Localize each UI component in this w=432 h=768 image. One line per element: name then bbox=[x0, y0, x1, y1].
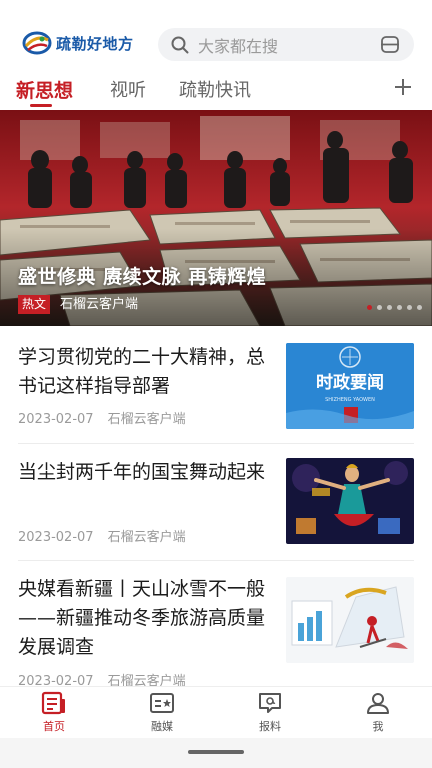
hot-badge: 热文 bbox=[18, 295, 51, 314]
bottom-navigation: 首页 融媒 报料 我 bbox=[0, 686, 432, 738]
search-icon bbox=[171, 36, 189, 53]
thumb-subtitle: SHIZHENG YAOWEN bbox=[325, 397, 375, 403]
home-news-icon bbox=[41, 691, 65, 715]
banner-exhibition-image bbox=[0, 110, 432, 326]
top-header: 疏勒好地方 大家都在搜 bbox=[0, 0, 432, 68]
hero-banner[interactable]: 盛世修典 赓续文脉 再铸辉煌 热文 石榴云客户端 bbox=[0, 110, 432, 326]
carousel-dots bbox=[367, 305, 422, 310]
media-card-icon bbox=[150, 693, 174, 713]
carousel-dot[interactable] bbox=[417, 305, 422, 310]
carousel-dot-active[interactable] bbox=[367, 305, 372, 310]
logo-swirl-icon bbox=[22, 31, 52, 55]
nav-home-label: 首页 bbox=[43, 720, 65, 733]
news-meta: 2023-02-07 石榴云客户端 bbox=[18, 526, 186, 545]
profile-icon bbox=[367, 693, 389, 714]
news-thumbnail bbox=[286, 577, 414, 663]
shizheng-yaowen-image: 时政要闻 SHIZHENG YAOWEN bbox=[286, 343, 414, 429]
system-gesture-bar bbox=[0, 738, 432, 768]
news-source: 石榴云客户端 bbox=[107, 412, 186, 427]
scan-icon[interactable] bbox=[380, 35, 400, 54]
tab-xin-sixiang[interactable]: 新思想 bbox=[16, 76, 73, 103]
carousel-dot[interactable] bbox=[397, 305, 402, 310]
channel-tabs: 新思想 视听 疏勒快讯 bbox=[0, 68, 432, 110]
divider bbox=[18, 560, 414, 561]
news-date: 2023-02-07 bbox=[18, 412, 94, 427]
news-thumbnail: 时政要闻 SHIZHENG YAOWEN bbox=[286, 343, 414, 429]
tab-shiting[interactable]: 视听 bbox=[110, 76, 146, 102]
nav-media[interactable]: 融媒 bbox=[132, 691, 192, 734]
news-date: 2023-02-07 bbox=[18, 530, 94, 545]
news-title: 学习贯彻党的二十大精神，总书记这样指导部署 bbox=[18, 346, 266, 397]
nav-media-label: 融媒 bbox=[151, 720, 173, 733]
add-channel-icon[interactable] bbox=[394, 78, 412, 96]
news-source: 石榴云客户端 bbox=[107, 530, 186, 545]
thumb-title: 时政要闻 bbox=[316, 372, 384, 393]
app-logo: 疏勒好地方 bbox=[22, 30, 134, 56]
carousel-dot[interactable] bbox=[377, 305, 382, 310]
nav-profile-label: 我 bbox=[372, 720, 384, 733]
banner-source: 石榴云客户端 bbox=[60, 297, 139, 312]
news-title: 央媒看新疆丨天山冰雪不一般——新疆推动冬季旅游高质量发展调查 bbox=[18, 578, 266, 658]
home-indicator[interactable] bbox=[188, 750, 244, 754]
winter-tourism-image bbox=[286, 577, 414, 663]
search-bar[interactable]: 大家都在搜 bbox=[158, 28, 414, 61]
news-list-item[interactable]: 当尘封两千年的国宝舞动起来 2023-02-07 石榴云客户端 bbox=[18, 458, 414, 545]
dance-performance-image bbox=[286, 458, 414, 544]
news-list-item[interactable]: 学习贯彻党的二十大精神，总书记这样指导部署 2023-02-07 石榴云客户端 时… bbox=[18, 343, 414, 429]
carousel-dot[interactable] bbox=[407, 305, 412, 310]
banner-title: 盛世修典 赓续文脉 再铸辉煌 bbox=[18, 266, 267, 288]
logo-text: 疏勒好地方 bbox=[56, 34, 134, 53]
nav-home[interactable]: 首页 bbox=[24, 691, 84, 734]
search-placeholder: 大家都在搜 bbox=[198, 36, 279, 56]
news-title: 当尘封两千年的国宝舞动起来 bbox=[18, 461, 266, 483]
nav-report-label: 报料 bbox=[259, 720, 281, 733]
nav-report[interactable]: 报料 bbox=[240, 691, 300, 734]
carousel-dot[interactable] bbox=[387, 305, 392, 310]
news-list-item[interactable]: 央媒看新疆丨天山冰雪不一般——新疆推动冬季旅游高质量发展调查 2023-02-0… bbox=[18, 575, 414, 689]
divider bbox=[18, 443, 414, 444]
news-thumbnail bbox=[286, 458, 414, 544]
news-meta: 2023-02-07 石榴云客户端 bbox=[18, 408, 186, 427]
nav-profile[interactable]: 我 bbox=[348, 691, 408, 734]
tab-shule-kuaixun[interactable]: 疏勒快讯 bbox=[179, 76, 251, 102]
active-tab-indicator bbox=[30, 104, 52, 107]
report-chat-icon bbox=[259, 693, 281, 713]
